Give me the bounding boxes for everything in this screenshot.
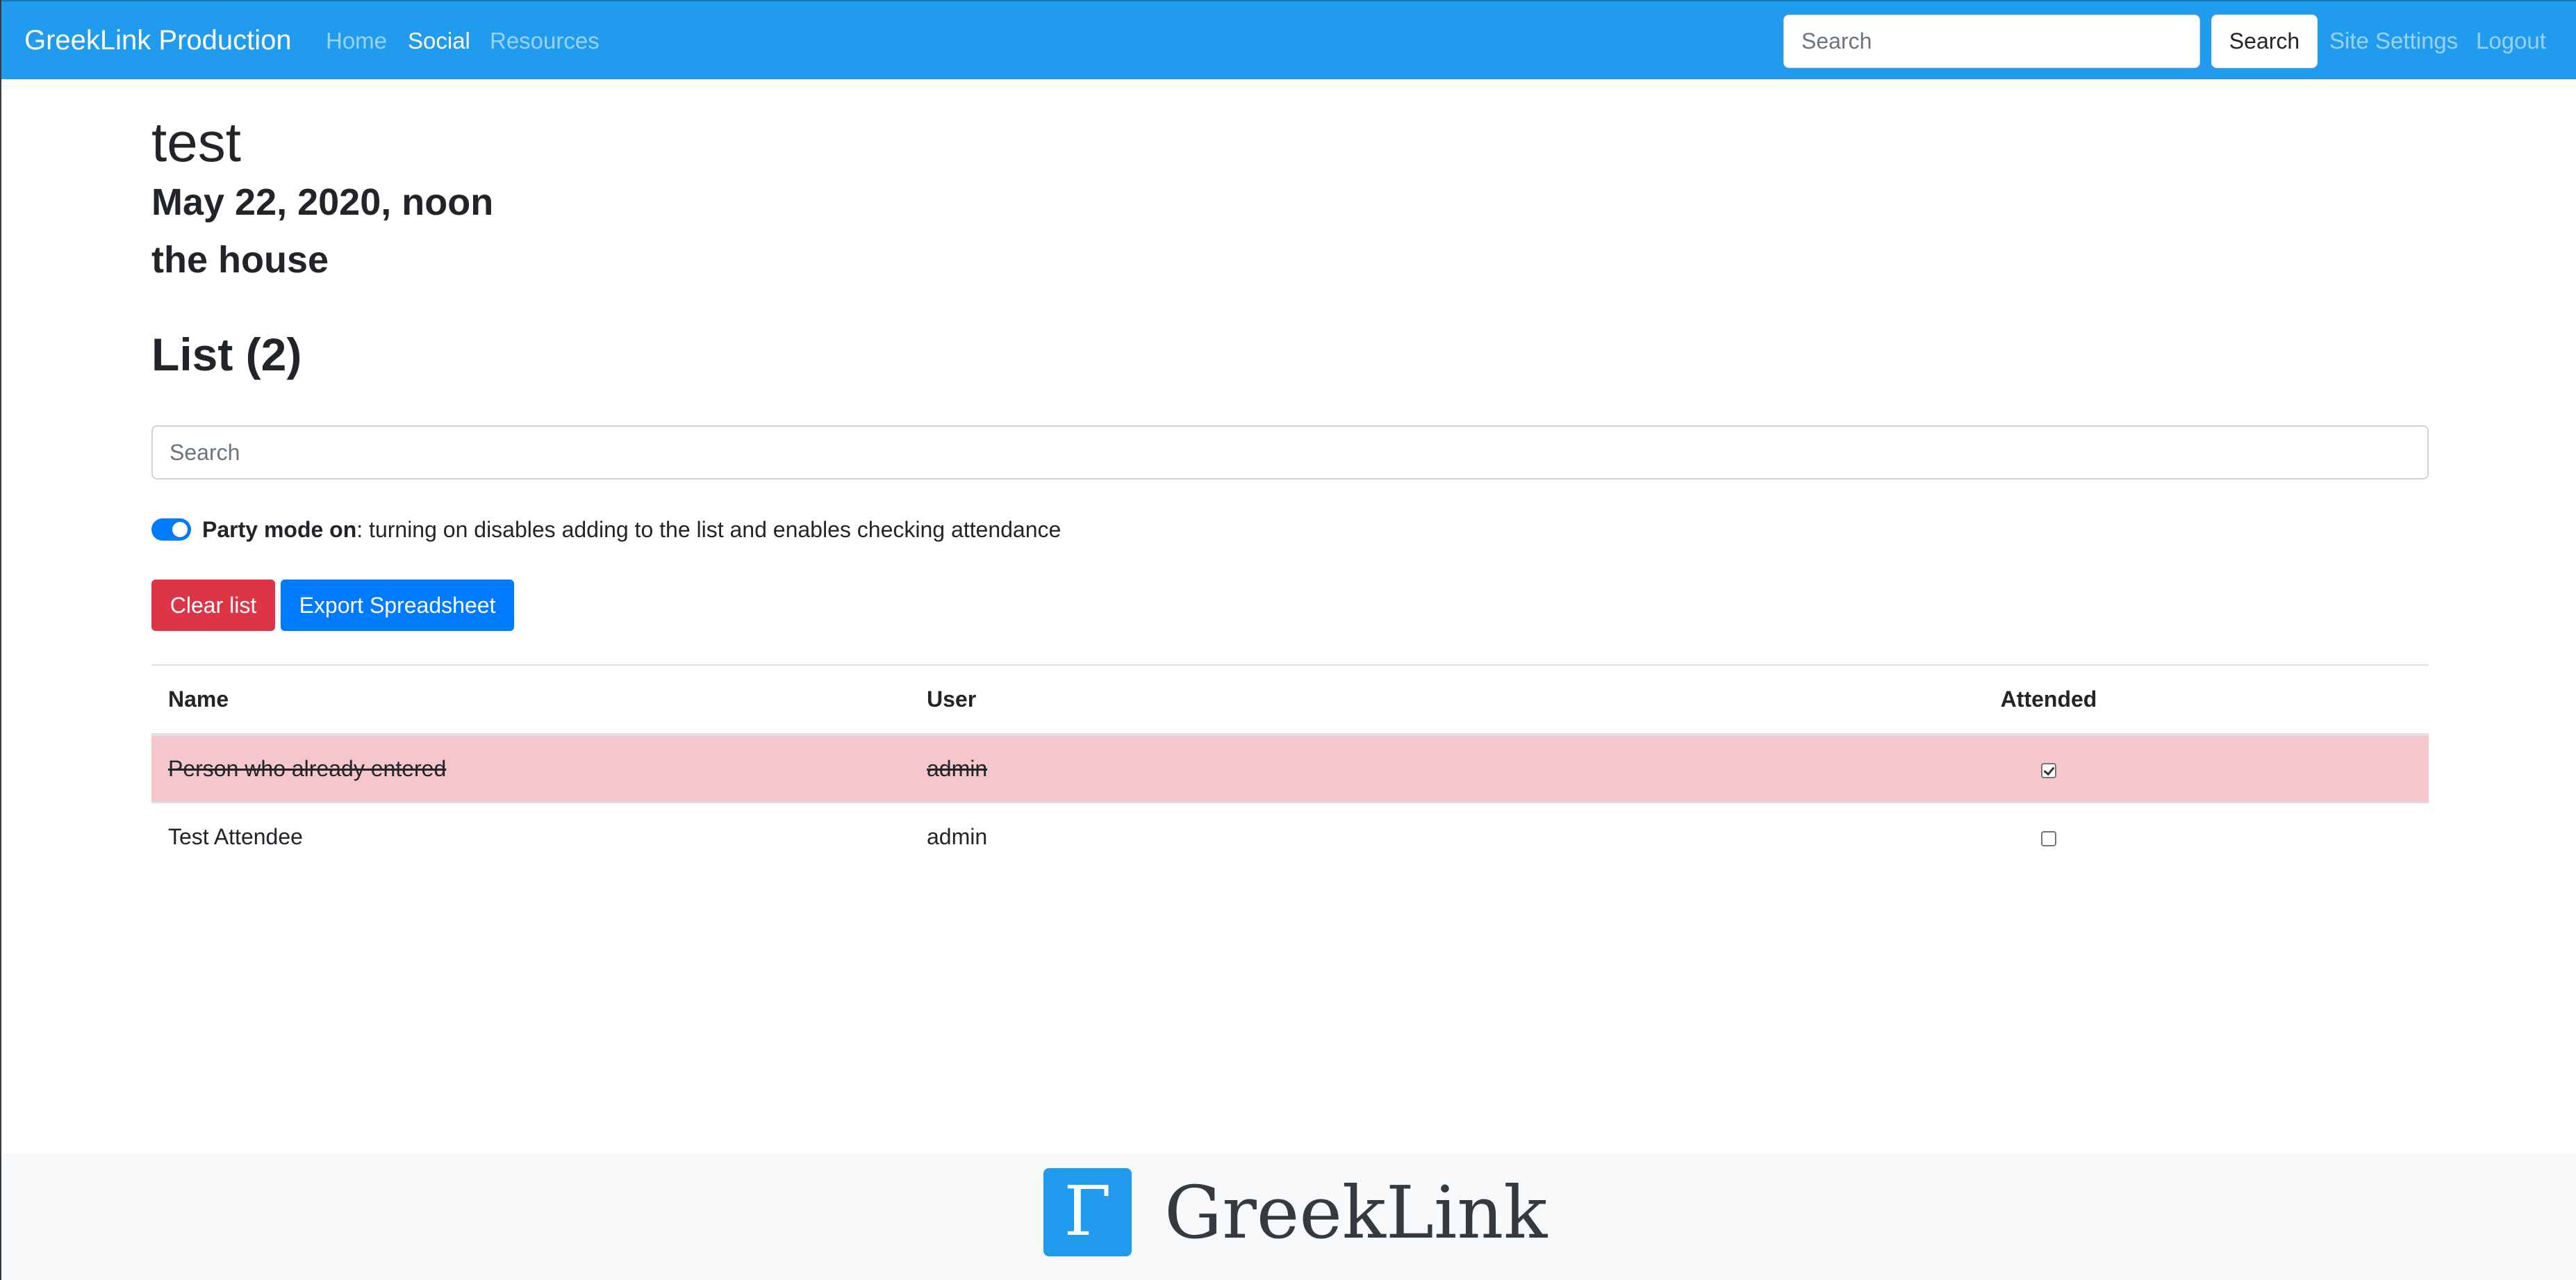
- navbar-search-button[interactable]: Search: [2211, 15, 2318, 68]
- checkbox-icon[interactable]: [2041, 762, 2056, 778]
- attendee-user: admin: [910, 802, 1669, 871]
- column-header-user: User: [910, 664, 1669, 736]
- navbar: GreekLink Production Home Social Resourc…: [1, 0, 2576, 79]
- event-title: test: [151, 111, 241, 173]
- event-date: May 22, 2020, noon: [151, 181, 494, 223]
- party-mode-label-bold: Party mode on: [202, 516, 357, 542]
- toggle-switch-icon: [172, 522, 188, 537]
- export-spreadsheet-button[interactable]: Export Spreadsheet: [281, 580, 514, 631]
- nav-link-site-settings[interactable]: Site Settings: [2329, 28, 2458, 54]
- greeklink-logo-icon: Γ: [1043, 1168, 1132, 1256]
- attendee-user: admin: [910, 735, 1669, 803]
- footer-brand-name: GreekLink: [1164, 1170, 1548, 1255]
- brand-link[interactable]: GreekLink Production: [24, 25, 292, 56]
- table-header-row: Name User Attended: [151, 664, 2429, 736]
- nav-link-social[interactable]: Social: [408, 28, 470, 54]
- attendee-name: Test Attendee: [151, 802, 910, 871]
- table-row: Person who already entered admin: [151, 735, 2429, 803]
- checkbox-icon[interactable]: [2041, 830, 2056, 846]
- column-header-name: Name: [151, 664, 910, 736]
- column-header-attended: Attended: [1669, 664, 2429, 736]
- navbar-search-input[interactable]: [1783, 15, 2200, 68]
- attendee-name: Person who already entered: [151, 735, 910, 803]
- attended-cell: [1669, 735, 2429, 803]
- list-search-input[interactable]: [151, 425, 2429, 479]
- clear-list-button[interactable]: Clear list: [151, 580, 275, 631]
- table-row: Test Attendee admin: [151, 802, 2429, 871]
- attended-cell: [1669, 802, 2429, 871]
- list-heading: List (2): [151, 329, 302, 380]
- attendee-table: Name User Attended Person who already en…: [151, 664, 2429, 871]
- party-mode-label: Party mode on: turning on disables addin…: [202, 517, 1061, 543]
- footer: Γ GreekLink: [1, 1154, 2576, 1280]
- nav-link-home[interactable]: Home: [326, 28, 387, 54]
- nav-link-resources[interactable]: Resources: [490, 28, 600, 54]
- party-mode-row: Party mode on: turning on disables addin…: [151, 516, 1061, 543]
- nav-link-logout[interactable]: Logout: [2476, 28, 2546, 54]
- party-mode-label-text: : turning on disables adding to the list…: [356, 516, 1062, 542]
- event-location: the house: [151, 239, 329, 281]
- party-mode-toggle[interactable]: [151, 518, 191, 541]
